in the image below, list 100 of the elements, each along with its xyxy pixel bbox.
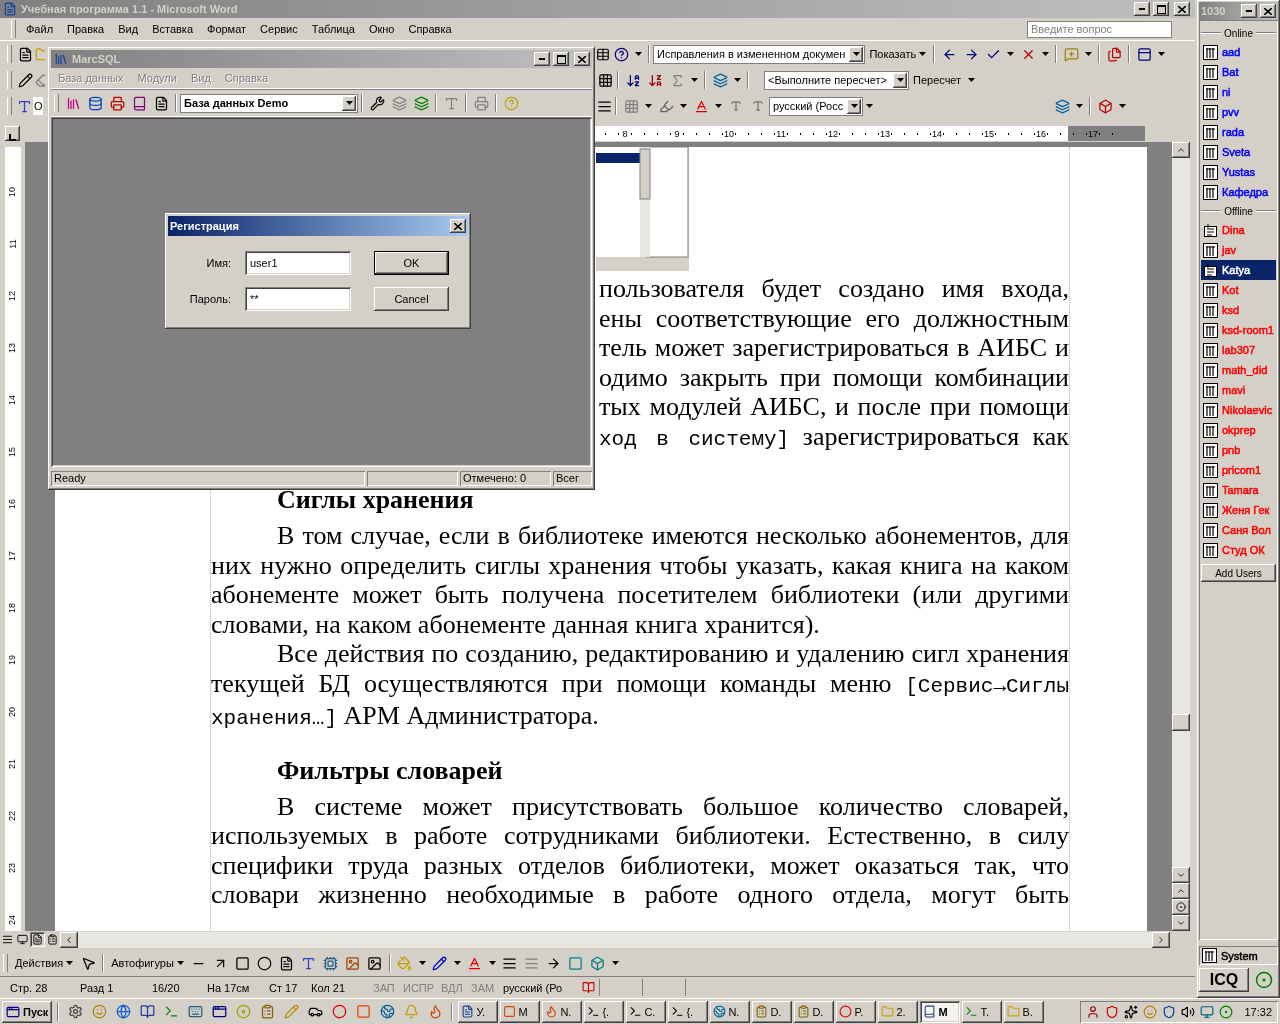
menu-item[interactable]: Формат xyxy=(200,21,254,37)
restore-button[interactable] xyxy=(1153,2,1169,16)
contact-item[interactable]: Yustas xyxy=(1201,162,1276,182)
style-field[interactable]: О xyxy=(33,97,43,115)
input-field[interactable]: user1 xyxy=(245,251,351,275)
dialog-button[interactable]: Cancel xyxy=(374,287,449,311)
status-field: Всег xyxy=(553,470,592,486)
dropdown-arrow-icon[interactable] xyxy=(453,961,461,965)
previous-page-button[interactable] xyxy=(1172,883,1190,899)
close-button[interactable] xyxy=(1174,2,1190,16)
dropdown-arrow-icon[interactable] xyxy=(418,961,426,965)
contact-item[interactable]: rada xyxy=(1201,122,1276,142)
dropdown-arrow-icon[interactable] xyxy=(1007,52,1015,56)
menu-item[interactable]: Вид xyxy=(111,21,146,37)
taskbar-button[interactable]: M xyxy=(500,1000,541,1023)
contact-item[interactable]: Sveta xyxy=(1201,142,1276,162)
status-message: Ready xyxy=(51,470,365,486)
dialog-button[interactable]: OK xyxy=(374,251,449,275)
list-icon xyxy=(47,934,58,945)
menu-item[interactable]: Окно xyxy=(361,21,402,37)
minimize-button[interactable] xyxy=(1134,2,1150,16)
taskbar-button[interactable]: T. xyxy=(962,1000,1003,1023)
dropdown-arrow-icon[interactable] xyxy=(691,78,698,82)
dropdown-arrow-icon[interactable] xyxy=(1085,52,1093,56)
scroll-right-button[interactable] xyxy=(1152,931,1170,948)
taskbar-button[interactable]: {. xyxy=(584,1000,625,1023)
autoshapes-menu[interactable]: Автофигуры xyxy=(107,955,188,971)
ruler-number: 16 xyxy=(1035,128,1047,139)
recalculate-button[interactable]: Пересчет xyxy=(909,72,966,88)
menu-item[interactable]: Правка xyxy=(60,21,112,37)
page-view-button[interactable] xyxy=(30,932,45,947)
group-label: Online xyxy=(1224,27,1253,39)
language-combo[interactable]: русский (Росс xyxy=(769,96,864,116)
next-page-button[interactable] xyxy=(1172,915,1190,931)
input-field[interactable]: ** xyxy=(245,287,351,311)
minimize-button[interactable] xyxy=(1241,4,1257,18)
dropdown-arrow-icon[interactable] xyxy=(680,104,687,108)
dropdown-arrow-icon[interactable] xyxy=(1042,52,1050,56)
add-users-button[interactable]: Add Users xyxy=(1201,564,1276,582)
vertical-scrollbar[interactable] xyxy=(1172,142,1190,931)
minimize-button[interactable] xyxy=(534,52,550,66)
menu-item[interactable]: Вставка xyxy=(145,21,200,37)
outline-view-button[interactable] xyxy=(45,932,60,947)
reviewing-combo[interactable]: Исправления в измененном докумен xyxy=(653,44,866,64)
document-icon xyxy=(32,934,43,945)
dropdown-arrow-icon[interactable] xyxy=(715,104,722,108)
monitor-icon xyxy=(17,934,28,945)
taskbar-button[interactable]: 2. xyxy=(878,1000,919,1023)
dropdown-arrow-icon[interactable] xyxy=(1119,104,1127,108)
show-button[interactable]: Показать xyxy=(865,46,931,62)
question-field[interactable]: Введите вопрос xyxy=(1027,20,1172,38)
tab-selector[interactable] xyxy=(5,126,20,141)
taskbar-button[interactable]: P. xyxy=(836,1000,877,1023)
maximize-button[interactable] xyxy=(553,52,569,66)
dropdown-arrow-icon[interactable] xyxy=(734,78,741,82)
taskbar-button[interactable]: D. xyxy=(752,1000,793,1023)
scroll-thumb[interactable] xyxy=(1172,714,1190,731)
dropdown-arrow-icon[interactable] xyxy=(1158,52,1166,56)
taskbar-button[interactable]: B. xyxy=(1004,1000,1045,1023)
scroll-left-button[interactable] xyxy=(60,931,78,948)
contact-item[interactable]: Кафедра xyxy=(1201,182,1276,202)
taskbar-button[interactable]: N. xyxy=(710,1000,751,1023)
close-button[interactable] xyxy=(1260,4,1276,18)
dropdown-arrow-icon xyxy=(66,961,74,965)
dropdown-arrow-icon[interactable] xyxy=(635,52,642,56)
scroll-down-button[interactable] xyxy=(1172,867,1190,883)
dropdown-arrow-icon[interactable] xyxy=(611,961,619,965)
taskbar-button[interactable]: {. xyxy=(668,1000,709,1023)
taskbar-button[interactable]: У. xyxy=(458,1000,499,1023)
icq-button[interactable]: ICQ xyxy=(1199,968,1249,992)
dropdown-arrow-icon[interactable] xyxy=(1076,104,1084,108)
menu-item[interactable]: Таблица xyxy=(304,21,362,37)
contact-item[interactable]: aad xyxy=(1201,42,1276,62)
scroll-up-button[interactable] xyxy=(1172,142,1190,158)
menu-item[interactable]: Сервис xyxy=(253,21,305,37)
ruler-number: 12 xyxy=(7,291,18,301)
contact-item[interactable]: pvv xyxy=(1201,102,1276,122)
taskbar-button[interactable]: C. xyxy=(626,1000,667,1023)
start-button[interactable]: Пуск xyxy=(2,1000,53,1023)
database-combo[interactable]: База данных Demo xyxy=(180,93,358,113)
dropdown-arrow-icon[interactable] xyxy=(645,104,652,108)
horizontal-scrollbar[interactable] xyxy=(60,931,1170,948)
taskbar-button[interactable]: N. xyxy=(542,1000,583,1023)
menu-item[interactable]: Справка xyxy=(401,21,459,37)
close-button[interactable] xyxy=(450,219,466,233)
dropdown-arrow-icon[interactable] xyxy=(968,78,976,82)
minimize-icon xyxy=(1246,10,1252,12)
system-item[interactable]: System xyxy=(1199,946,1278,965)
actions-menu[interactable]: Действия xyxy=(11,955,78,971)
formula-combo[interactable]: <Выполните пересчет> xyxy=(764,70,909,90)
contact-item[interactable]: Katya xyxy=(1201,260,1276,280)
dropdown-arrow-icon[interactable] xyxy=(488,961,496,965)
taskbar-button[interactable]: D. xyxy=(794,1000,835,1023)
menu-item[interactable]: Файл xyxy=(19,21,61,37)
taskbar-button[interactable]: M xyxy=(920,1000,961,1023)
contact-item[interactable]: ni xyxy=(1201,82,1276,102)
browse-object-button[interactable] xyxy=(1172,899,1190,915)
contact-item[interactable]: Bat xyxy=(1201,62,1276,82)
web-view-button[interactable] xyxy=(15,932,30,947)
close-button[interactable] xyxy=(574,52,590,66)
